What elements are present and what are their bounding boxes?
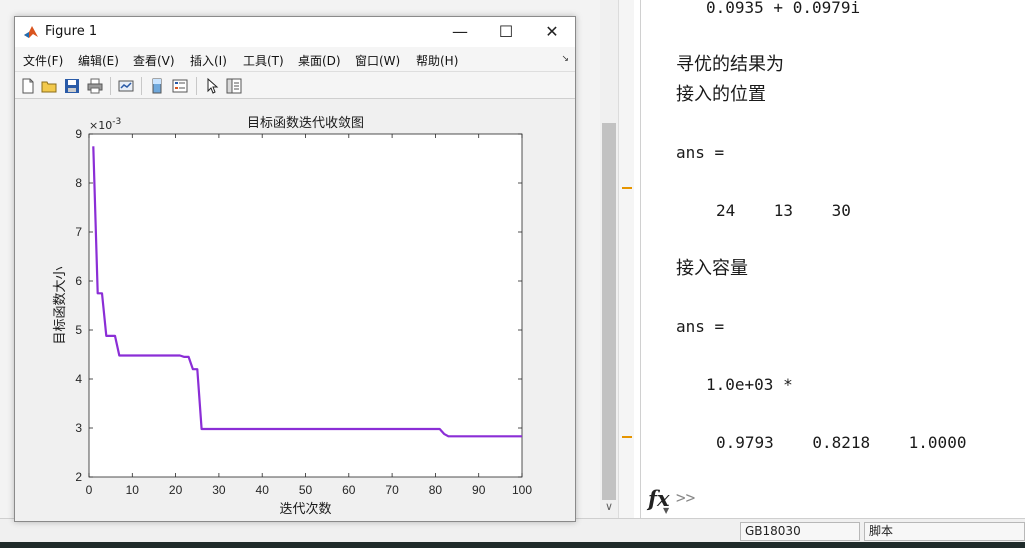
menu-file[interactable]: 文件(F) [23,52,63,69]
menu-edit[interactable]: 编辑(E) [78,52,119,69]
y-tick-label: 3 [75,421,82,435]
y-tick-label: 5 [75,323,82,337]
close-button[interactable]: ✕ [529,17,575,47]
x-tick-label: 50 [299,483,313,497]
chart-title: 目标函数迭代收敛图 [247,115,364,131]
x-tick-label: 80 [429,483,443,497]
save-icon[interactable] [63,77,81,95]
x-tick-label: 0 [86,483,93,497]
gutter-divider [640,0,641,518]
y-tick-label: 4 [75,372,82,386]
command-prompt[interactable]: fx ▼ >> [646,486,1025,515]
link-plot-icon[interactable] [117,77,135,95]
property-inspector-icon[interactable] [225,77,243,95]
x-tick-label: 20 [169,483,183,497]
warning-marker[interactable] [622,187,632,189]
menu-bar: 文件(F) 编辑(E) 查看(V) 插入(I) 工具(T) 桌面(D) 窗口(W… [15,47,575,71]
output-line: 0.9793 0.8218 1.0000 [716,433,967,452]
matlab-logo-icon [23,24,39,40]
file-mode-indicator: 脚本 [864,522,1025,541]
insert-legend-icon[interactable] [171,77,189,95]
y-axis-label: 目标函数大小 [53,266,68,344]
y-tick-label: 2 [75,470,82,484]
new-figure-icon[interactable] [19,77,37,95]
figure-toolbar [15,71,575,99]
output-line: 24 13 30 [716,201,851,220]
output-line: 接入容量 [676,258,748,279]
convergence-plot[interactable]: 0 10 20 30 40 50 60 70 80 90 100 2 3 4 5 6 7 8 9 ×10-3 目标函数迭… [15,100,575,521]
fx-dropdown-icon[interactable]: ▼ [663,506,669,515]
y-tick-label: 8 [75,176,82,190]
scrollbar-thumb[interactable] [602,123,616,500]
window-title: Figure 1 [45,24,98,39]
output-line: 接入的位置 [676,84,766,105]
exponent-base: ×10 [89,119,112,132]
print-icon[interactable] [86,77,104,95]
figure-canvas[interactable]: 0 10 20 30 40 50 60 70 80 90 100 2 3 4 5 6 7 8 9 ×10-3 目标函数迭… [15,100,575,521]
encoding-indicator: GB18030 [740,522,860,541]
toolbar-separator [196,77,197,95]
command-output: 0.0935 + 0.0979i 寻优的结果为 接入的位置 ans = 24 1… [676,0,1025,490]
x-tick-label: 70 [385,483,399,497]
menu-help[interactable]: 帮助(H) [416,52,458,69]
toolbar-separator [141,77,142,95]
menu-view[interactable]: 查看(V) [133,52,175,69]
y-exponent-label: ×10-3 [89,117,121,132]
dock-arrow-icon[interactable]: ↘ [561,54,569,64]
y-tick-label: 9 [75,127,82,141]
x-tick-label: 90 [472,483,486,497]
x-tick-label: 30 [212,483,226,497]
x-tick-label: 10 [126,483,140,497]
output-line: ans = [676,143,725,162]
output-line: 0.0935 + 0.0979i [706,0,861,17]
x-tick-label: 100 [512,483,532,497]
toolbar-separator [110,77,111,95]
insert-colorbar-icon[interactable] [148,77,166,95]
edit-plot-arrow-icon[interactable] [203,77,221,95]
taskbar-edge [0,542,1025,548]
y-tick-label: 6 [75,274,82,288]
open-file-icon[interactable] [40,77,58,95]
menu-desktop[interactable]: 桌面(D) [298,52,341,69]
figure-window[interactable]: Figure 1 — ☐ ✕ 文件(F) 编辑(E) 查看(V) 插入(I) 工… [14,16,576,522]
x-tick-label: 60 [342,483,356,497]
menu-insert[interactable]: 插入(I) [190,52,227,69]
output-line: ans = [676,317,725,336]
menu-window[interactable]: 窗口(W) [355,52,400,69]
title-bar[interactable]: Figure 1 — ☐ ✕ [15,17,575,47]
warning-marker[interactable] [622,436,632,438]
exponent-power: -3 [112,117,121,127]
command-window-gutter [618,0,634,518]
scroll-down-arrow-icon[interactable]: ∨ [600,498,618,516]
minimize-button[interactable]: — [437,17,483,47]
output-line: 1.0e+03 * [706,375,793,394]
y-tick-label: 7 [75,225,82,239]
x-axis-label: 迭代次数 [279,501,331,517]
x-tick-label: 40 [256,483,270,497]
plot-area [89,134,522,477]
output-line: 寻优的结果为 [676,54,784,75]
menu-tools[interactable]: 工具(T) [243,52,284,69]
maximize-button[interactable]: ☐ [483,17,529,47]
prompt-symbol: >> [676,488,696,507]
